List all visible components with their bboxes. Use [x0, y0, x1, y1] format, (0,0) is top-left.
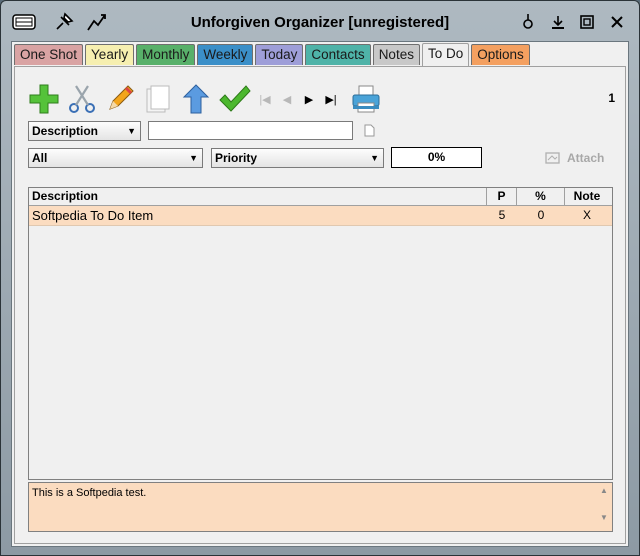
tab-weekly[interactable]: Weekly	[197, 44, 254, 65]
tab-yearly[interactable]: Yearly	[85, 44, 135, 65]
client-area: One Shot Yearly Monthly Weekly Today Contacts…	[11, 41, 629, 547]
tab-notes[interactable]: Notes	[372, 44, 420, 65]
last-record-button[interactable]: ▶|	[321, 81, 341, 117]
toolbar: |◀ ◀ ▶ ▶|	[27, 81, 387, 117]
column-percent[interactable]: %	[517, 188, 565, 206]
chevron-down-icon: ▼	[370, 153, 379, 163]
notes-scrollbar[interactable]: ▲ ▼	[598, 486, 610, 530]
chevron-down-icon: ▼	[127, 126, 136, 136]
edit-button[interactable]	[103, 81, 137, 117]
tray-icon[interactable]	[515, 10, 541, 34]
field-select[interactable]: Description ▼	[28, 121, 141, 141]
sort-select-value: Priority	[215, 151, 258, 165]
todo-panel: |◀ ◀ ▶ ▶| 1 Description ▼ All ▼ Priority…	[14, 66, 626, 544]
table-row[interactable]: Softpedia To Do Item 5 0 X	[29, 206, 612, 226]
printer-icon	[352, 85, 380, 113]
column-description[interactable]: Description	[29, 188, 487, 206]
category-select[interactable]: All ▼	[28, 148, 203, 168]
print-button[interactable]	[349, 81, 383, 117]
cut-icon	[69, 85, 95, 113]
check-icon	[219, 85, 251, 112]
add-button[interactable]	[27, 81, 61, 117]
title-bar[interactable]: Unforgiven Organizer [unregistered]	[1, 1, 639, 41]
chevron-down-icon: ▼	[189, 153, 198, 163]
row-description: Softpedia To Do Item	[32, 208, 154, 223]
complete-button[interactable]	[217, 81, 251, 117]
todo-grid: Description P % Note Softpedia To Do Ite…	[28, 187, 613, 480]
next-record-button[interactable]: ▶	[299, 81, 319, 117]
column-note[interactable]: Note	[565, 188, 609, 206]
tab-strip: One Shot Yearly Monthly Weekly Today Contacts…	[14, 43, 532, 66]
notes-text: This is a Softpedia test.	[32, 487, 147, 499]
add-icon	[29, 84, 59, 114]
attach-icon	[545, 152, 560, 164]
row-percent: 0	[537, 208, 545, 222]
row-priority: 5	[498, 208, 506, 222]
notes-textarea[interactable]: This is a Softpedia test. ▲ ▼	[28, 482, 613, 532]
cut-button[interactable]	[65, 81, 99, 117]
new-page-button[interactable]	[141, 81, 175, 117]
minimize-icon[interactable]	[545, 10, 571, 34]
tab-to-do[interactable]: To Do	[421, 43, 470, 66]
record-counter: 1	[608, 91, 615, 105]
tab-monthly[interactable]: Monthly	[136, 44, 196, 65]
attach-label: Attach	[567, 151, 605, 165]
search-input[interactable]	[148, 121, 353, 140]
first-record-button[interactable]: |◀	[255, 81, 275, 117]
tab-contacts[interactable]: Contacts	[305, 44, 371, 65]
app-window: Unforgiven Organizer [unregistered] One …	[0, 0, 640, 556]
new-page-icon	[146, 85, 170, 113]
window-title: Unforgiven Organizer [unregistered]	[190, 14, 450, 31]
prev-record-button[interactable]: ◀	[277, 81, 297, 117]
category-select-value: All	[32, 151, 48, 165]
tab-options[interactable]: Options	[471, 44, 530, 65]
progress-field[interactable]: 0%	[391, 147, 482, 168]
up-icon	[182, 84, 210, 114]
row-note: X	[582, 208, 591, 222]
sort-select[interactable]: Priority ▼	[211, 148, 384, 168]
edit-icon	[109, 85, 134, 110]
tab-one-shot[interactable]: One Shot	[14, 44, 84, 65]
grid-header: Description P % Note	[29, 188, 612, 206]
close-icon[interactable]	[604, 10, 630, 34]
attach-button[interactable]: Attach	[545, 151, 604, 165]
maximize-icon[interactable]	[574, 10, 600, 34]
tab-today[interactable]: Today	[255, 44, 304, 65]
move-up-button[interactable]	[179, 81, 213, 117]
field-select-value: Description	[32, 124, 99, 138]
column-priority[interactable]: P	[487, 188, 517, 206]
document-icon[interactable]	[364, 124, 375, 140]
